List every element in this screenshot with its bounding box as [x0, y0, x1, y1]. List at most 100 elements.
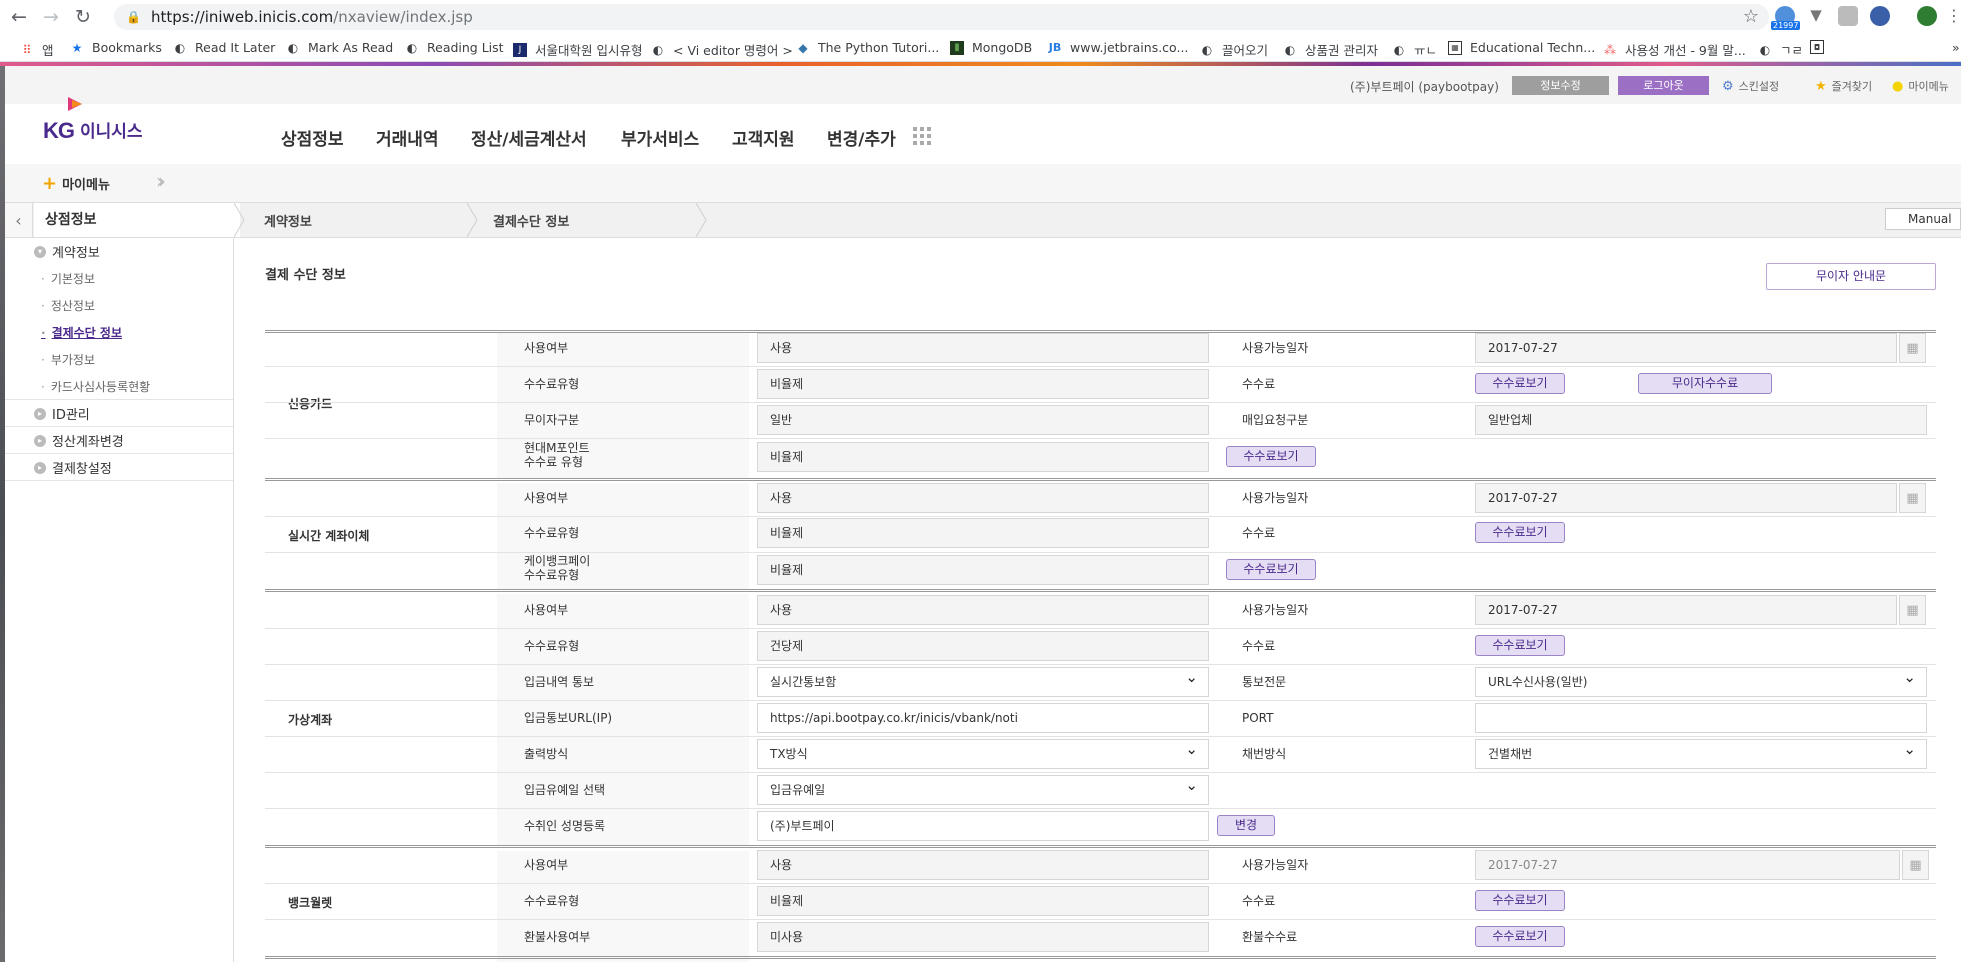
logo-name: 이니시스 — [80, 122, 143, 142]
back-icon[interactable]: ← — [6, 4, 32, 30]
bookmark-label: Reading List — [427, 40, 504, 55]
row-divider — [265, 664, 1936, 665]
gnb-settlement[interactable]: 정산/세금계산서 — [471, 125, 587, 150]
vbank-email-select[interactable]: 입금유예일 — [757, 771, 1209, 805]
vbank-notice-select[interactable]: 실시간통보함 — [757, 663, 1209, 697]
bookmark-label: 서울대학원 입시유형 — [535, 43, 643, 58]
globe-icon: ◐ — [652, 42, 664, 57]
free-installment-fee-button[interactable]: 무이자수수료 — [1638, 373, 1772, 394]
bookmarks-overflow-icon[interactable]: » — [1952, 40, 1960, 55]
bookmark-giftcard[interactable]: ◐ 상품권 관리자 — [1283, 40, 1378, 59]
gnb-transactions[interactable]: 거래내역 — [376, 125, 439, 150]
reload-icon[interactable]: ↻ — [70, 4, 96, 30]
bookmark-site[interactable]: ◘ — [1810, 40, 1832, 54]
view-fee-button[interactable]: 수수료보기 — [1475, 373, 1565, 394]
star-icon: ★ — [71, 40, 83, 55]
lnb-contract-info[interactable]: ▾ 계약정보 — [34, 242, 100, 261]
bookmark-mark-as-read[interactable]: ◐ Mark As Read — [286, 40, 394, 55]
view-fee-button[interactable]: 수수료보기 — [1475, 635, 1565, 656]
calendar-icon[interactable]: ▦ — [1899, 333, 1926, 363]
collapse-left-icon[interactable]: ‹ — [5, 203, 33, 237]
bookmark-reading-list[interactable]: ◐ Reading List — [405, 40, 504, 55]
bookmark-jetbrains[interactable]: JB www.jetbrains.co... — [1048, 40, 1189, 55]
mymenu-link[interactable]: ● 마이메뉴 — [1892, 78, 1949, 94]
logout-button[interactable]: 로그아웃 — [1618, 76, 1709, 95]
calendar-icon[interactable]: ▦ — [1899, 483, 1926, 513]
page-title: 결제 수단 정보 — [265, 268, 346, 283]
breadcrumb-item[interactable]: 결제수단 정보 — [493, 211, 569, 230]
bookmark-edtech[interactable]: ▦ Educational Techn... — [1448, 40, 1595, 55]
vbank-fee-label: 수수료 — [1242, 639, 1276, 653]
edit-info-button[interactable]: 정보수정 — [1512, 76, 1609, 95]
bookmark-star-icon[interactable]: ☆ — [1743, 6, 1759, 27]
bookmark-read-it-later[interactable]: ◐ Read It Later — [173, 40, 276, 55]
calendar-icon[interactable]: ▦ — [1899, 595, 1926, 625]
installment-guide-button[interactable]: 무이자 안내문 — [1766, 263, 1936, 290]
vbank-msg-select[interactable]: URL수신사용(일반) — [1475, 663, 1927, 697]
bookmark-bookmarks[interactable]: ★ Bookmarks — [70, 40, 162, 55]
bookmark-gr[interactable]: ◐ ㄱㄹ — [1758, 40, 1803, 59]
vbank-port-input[interactable] — [1475, 703, 1927, 733]
row-divider — [265, 552, 1936, 553]
lnb-extra-info[interactable]: 부가정보 — [41, 351, 95, 368]
wallet-fee-type-field: 비율제 — [757, 886, 1209, 916]
vbank-payee-input[interactable]: (주)부트페이 — [757, 811, 1209, 841]
card-point-field: 비율제 — [757, 442, 1209, 472]
bookmark-seoul-grad[interactable]: J 서울대학원 입시유형 — [513, 40, 642, 59]
lnb-settlement-info[interactable]: 정산정보 — [41, 297, 95, 314]
gnb-support[interactable]: 고객지원 — [732, 125, 795, 150]
extension-globe-icon[interactable] — [1870, 6, 1890, 26]
extension-v-icon[interactable]: ▼ — [1806, 6, 1826, 26]
all-menu-grid-icon[interactable] — [913, 127, 931, 145]
bookmark-pull[interactable]: ◐ 끌어오기 — [1200, 40, 1268, 59]
gnb-store-info[interactable]: 상점정보 — [281, 125, 344, 150]
lnb-basic-info[interactable]: 기본정보 — [41, 270, 95, 287]
manual-button[interactable]: Manual — [1885, 208, 1961, 230]
realtime-date-field: 2017-07-27 — [1475, 483, 1897, 513]
lnb-id-manage[interactable]: ▸ ID관리 — [34, 404, 90, 423]
vbank-issue-label: 채번방식 — [1242, 747, 1287, 761]
vbank-url-input[interactable]: https://api.bootpay.co.kr/inicis/vbank/n… — [757, 703, 1209, 733]
view-fee-button[interactable]: 수수료보기 — [1475, 926, 1565, 947]
realtime-fee-type-field: 비율제 — [757, 518, 1209, 548]
forward-icon[interactable]: → — [38, 4, 64, 30]
lnb-payment-window[interactable]: ▸ 결제창설정 — [34, 458, 112, 477]
gnb-addons[interactable]: 부가서비스 — [621, 125, 699, 150]
address-bar[interactable]: 🔒 https://iniweb.inicis.com/nxaview/inde… — [114, 4, 1769, 30]
skin-settings-link[interactable]: ⚙ 스킨설정 — [1722, 78, 1779, 94]
card-date-field: 2017-07-27 — [1475, 333, 1897, 363]
vbank-fee-type-label: 수수료유형 — [524, 639, 580, 653]
logo[interactable]: KG 이니시스 — [43, 98, 143, 144]
bookmark-mongodb[interactable]: ▮ MongoDB — [950, 40, 1032, 55]
double-chevron-icon[interactable]: ›› — [156, 169, 166, 193]
gnb-change[interactable]: 변경/추가 — [827, 125, 896, 150]
view-fee-button[interactable]: 수수료보기 — [1226, 446, 1316, 467]
lnb-card-review[interactable]: 카드사심사등록현황 — [41, 378, 150, 395]
lnb-payment-methods[interactable]: 결제수단 정보 — [41, 324, 122, 341]
breadcrumb-item[interactable]: 계약정보 — [264, 211, 312, 230]
mymenu-toggle[interactable]: + 마이메뉴 — [42, 173, 110, 194]
bookmark-vi-editor[interactable]: ◐ < Vi editor 명령어 > — [651, 40, 793, 59]
label-line: 수수료 유형 — [524, 455, 584, 469]
view-fee-button[interactable]: 수수료보기 — [1475, 522, 1565, 543]
wallet-use-field: 사용 — [757, 850, 1209, 880]
jetbrains-icon: JB — [1048, 41, 1062, 54]
extension-gray-icon[interactable] — [1838, 6, 1858, 26]
profile-avatar[interactable] — [1917, 6, 1937, 26]
bookmark-label: MongoDB — [972, 40, 1033, 55]
bookmark-apps[interactable]: ⠿ 앱 — [20, 40, 54, 59]
favorites-link[interactable]: ★ 즐겨찾기 — [1815, 78, 1872, 94]
bookmark-python[interactable]: ◆ The Python Tutori... — [796, 40, 939, 55]
bookmark-u[interactable]: ◐ ㅠㄴ — [1392, 40, 1437, 59]
label-line: 수수료유형 — [524, 568, 580, 582]
vbank-output-select[interactable]: TX방식 — [757, 735, 1209, 769]
menu-dots-icon[interactable]: ⋮ — [1946, 6, 1961, 26]
vbank-issue-select[interactable]: 건별채번 — [1475, 735, 1927, 769]
view-fee-button[interactable]: 수수료보기 — [1475, 890, 1565, 911]
change-button[interactable]: 변경 — [1217, 815, 1275, 836]
vbank-date-field: 2017-07-27 — [1475, 595, 1897, 625]
lnb-account-change[interactable]: ▸ 정산계좌변경 — [34, 431, 124, 450]
bookmark-usability[interactable]: ⁂ 사용성 개선 - 9월 말... — [1603, 40, 1746, 59]
view-fee-button[interactable]: 수수료보기 — [1226, 559, 1316, 580]
calendar-icon[interactable]: ▦ — [1902, 850, 1929, 880]
